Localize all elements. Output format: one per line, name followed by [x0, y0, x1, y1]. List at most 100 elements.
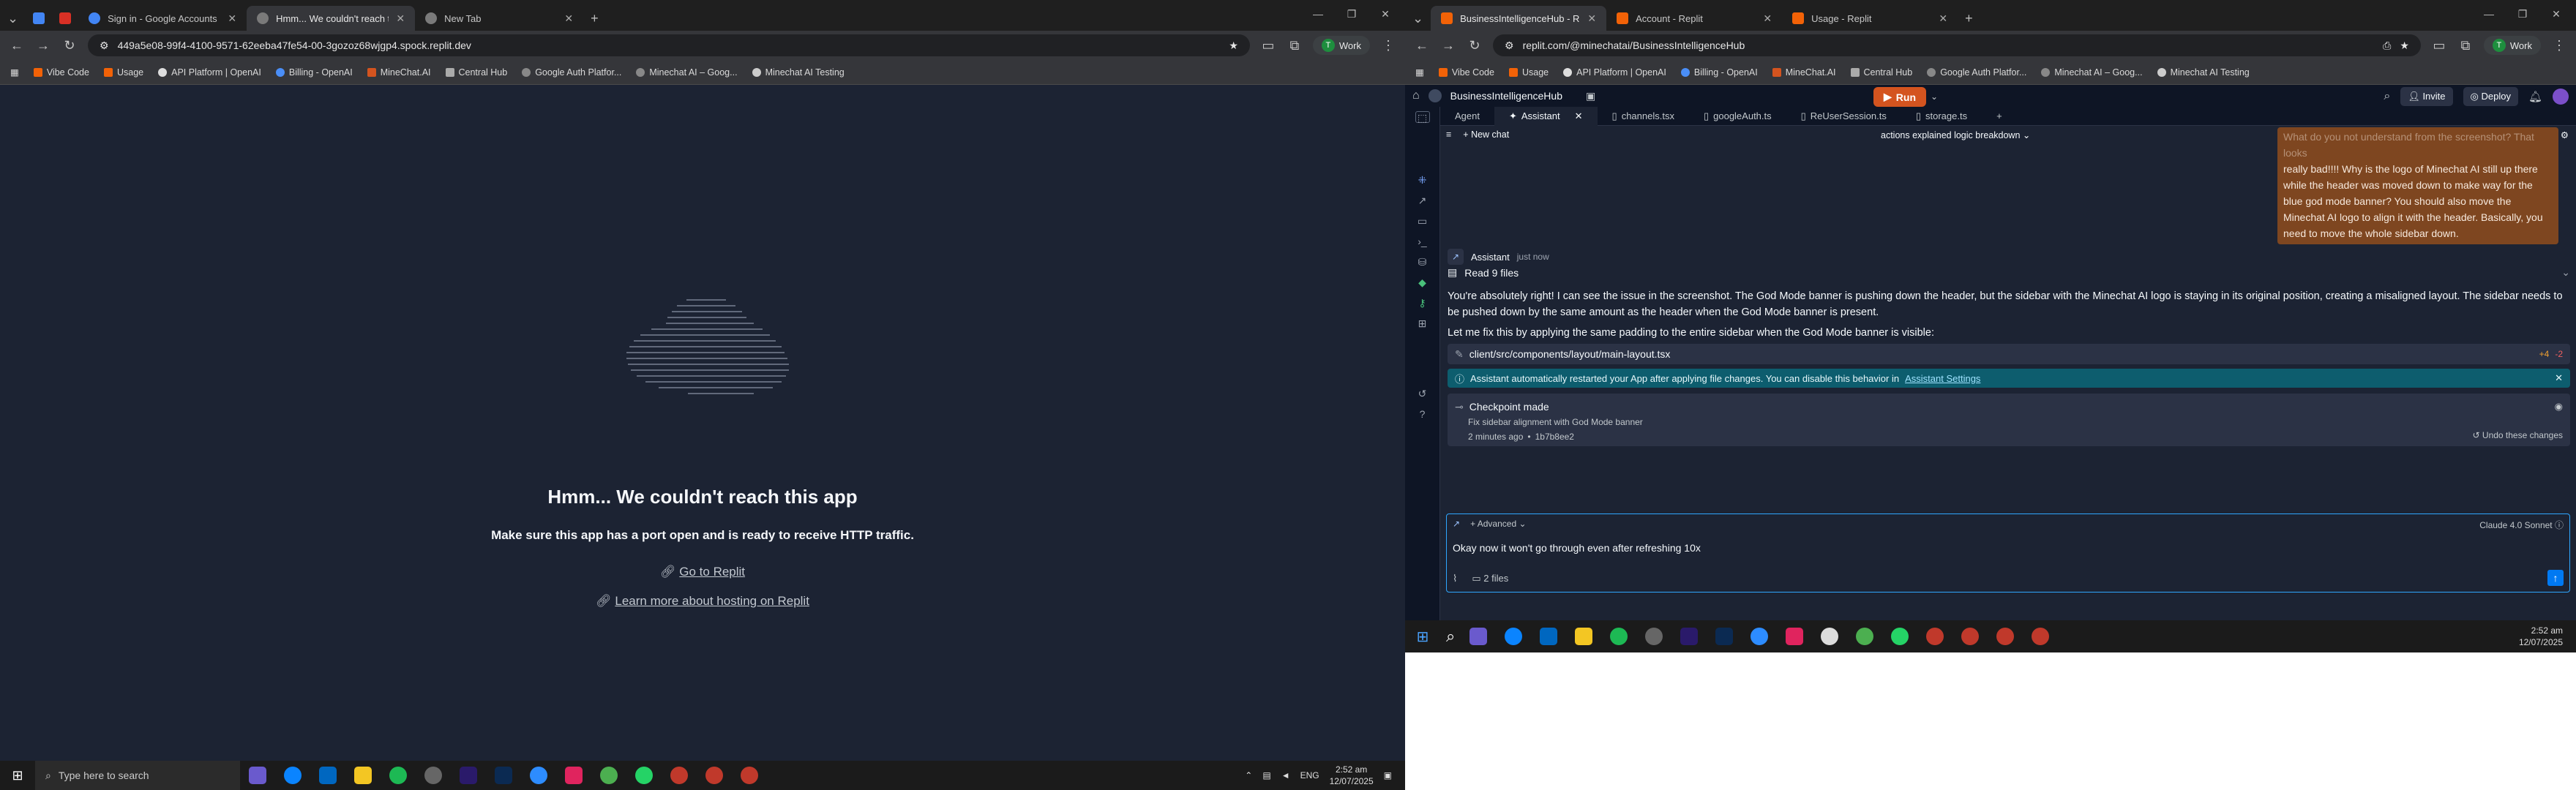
windows-start-icon[interactable]: ⊞ [0, 761, 35, 790]
spotify-icon[interactable] [389, 767, 407, 784]
chrome-icon[interactable] [600, 767, 618, 784]
app-icon[interactable] [1786, 628, 1804, 645]
chrome-profile-icon[interactable] [705, 767, 723, 784]
attach-icon[interactable]: ⌇ [1453, 573, 1457, 584]
close-window-icon[interactable]: ✕ [2539, 0, 2573, 28]
close-icon[interactable]: ✕ [1939, 12, 1947, 25]
tab-channels[interactable]: ▯ channels.tsx [1598, 107, 1689, 126]
tab-search-icon[interactable]: ⌄ [1405, 6, 1431, 31]
agent-icon[interactable]: ↗ [1415, 195, 1430, 206]
chrome-profile-icon[interactable] [741, 767, 758, 784]
checkpoint-eye-icon[interactable]: ◉ [2555, 401, 2563, 413]
network-icon[interactable]: ▤ [1262, 770, 1270, 780]
deploy-button[interactable]: ◎ Deploy [2463, 87, 2518, 106]
forward-icon[interactable]: → [35, 38, 51, 53]
bookmark-minechat[interactable]: MineChat.AI [367, 67, 431, 78]
search-icon[interactable]: ⌕ [2384, 90, 2390, 103]
bookmark-star-icon[interactable]: ★ [2400, 40, 2409, 52]
chrome-profile-icon[interactable] [2032, 628, 2050, 645]
photoshop-icon[interactable] [1715, 628, 1734, 645]
menu-kebab-icon[interactable]: ⋮ [1380, 38, 1396, 53]
chat-input-box[interactable]: ↗ + Advanced ⌄ Claude 4.0 Sonnet ⓘ Okay … [1446, 514, 2570, 592]
folder-icon[interactable] [354, 767, 372, 784]
gmail-favicon-icon[interactable] [52, 6, 78, 31]
folder-icon[interactable] [1575, 628, 1593, 645]
profile-button[interactable]: T Work [1312, 36, 1370, 55]
new-tab-plus-icon[interactable]: + [583, 6, 606, 31]
bookmark-billing[interactable]: Billing - OpenAI [1680, 67, 1758, 78]
tab-search-icon[interactable]: ⌄ [0, 6, 26, 31]
close-icon[interactable]: ✕ [1587, 12, 1596, 25]
layout-icon[interactable]: ▣ [1586, 90, 1595, 102]
chevron-down-icon[interactable]: ⌄ [2561, 266, 2570, 279]
run-options-chevron-icon[interactable]: ⌄ [1929, 87, 1939, 107]
back-icon[interactable]: ← [9, 38, 25, 53]
user-avatar[interactable] [2553, 89, 2569, 105]
bookmark-vibe-code[interactable]: Vibe Code [33, 67, 89, 78]
secrets-icon[interactable]: ⚷ [1415, 297, 1430, 309]
site-info-icon[interactable]: ⚙ [100, 40, 109, 52]
close-icon[interactable]: ✕ [1763, 12, 1772, 25]
new-tab-plus-icon[interactable]: + [1958, 6, 1980, 31]
settings-gear-icon[interactable]: ⚙ [2561, 129, 2569, 140]
bookmark-minechat-google[interactable]: Minechat AI – Goog... [2041, 67, 2143, 78]
invite-button[interactable]: 👤︎ Invite [2400, 87, 2453, 106]
url-field[interactable]: ⚙ replit.com/@minechatai/BusinessIntellig… [1493, 34, 2421, 56]
minimize-icon[interactable]: — [2472, 0, 2506, 28]
app-icon[interactable] [1821, 628, 1839, 645]
install-icon[interactable]: ⎙ [2383, 40, 2391, 52]
preview-icon[interactable]: ▭ [1415, 215, 1430, 227]
language-indicator[interactable]: ENG [1300, 770, 1319, 780]
site-info-icon[interactable]: ⚙ [1505, 40, 1514, 52]
maximize-icon[interactable]: ❐ [2506, 0, 2539, 28]
premiere-icon[interactable] [1680, 628, 1699, 645]
bookmark-minechat-testing[interactable]: Minechat AI Testing [752, 67, 845, 78]
minimize-icon[interactable]: — [1301, 0, 1335, 28]
add-tab-plus-icon[interactable]: + [1982, 107, 2017, 126]
volume-icon[interactable]: ◄ [1281, 770, 1290, 780]
bookmark-google-auth[interactable]: Google Auth Platfor... [1927, 67, 2026, 78]
store-icon[interactable] [1540, 628, 1558, 645]
home-icon[interactable]: ⌂ [1412, 89, 1420, 102]
edge-icon[interactable] [1505, 628, 1523, 645]
tab-google-accounts[interactable]: Sign in - Google Accounts ✕ [78, 6, 247, 31]
back-icon[interactable]: ← [1414, 38, 1430, 53]
notification-icon[interactable]: ▣ [1384, 770, 1392, 780]
console-icon[interactable]: ›_ [1415, 236, 1430, 247]
whatsapp-icon[interactable] [635, 767, 653, 784]
hamburger-icon[interactable]: ≡ [1446, 129, 1451, 140]
toggle-panel-icon[interactable]: ⬚ [1415, 111, 1430, 124]
taskbar-search[interactable]: ⌕ Type here to search [35, 761, 240, 790]
chrome-profile-icon[interactable] [1996, 628, 2015, 645]
edited-file-row[interactable]: ✎ client/src/components/layout/main-layou… [1448, 344, 2570, 364]
search-icon[interactable]: ⌕ [1446, 627, 1455, 646]
tab-new-tab[interactable]: New Tab ✕ [415, 6, 583, 31]
puzzle-icon[interactable]: ⧉ [2457, 38, 2474, 53]
bookmark-vibe-code[interactable]: Vibe Code [1438, 67, 1494, 78]
tab-assistant[interactable]: ✦ Assistant ✕ [1494, 106, 1598, 126]
send-button[interactable]: ↑ [2547, 570, 2564, 586]
chrome-profile-icon[interactable] [1926, 628, 1944, 645]
zoom-icon[interactable] [530, 767, 547, 784]
tab-couldnt-reach[interactable]: Hmm... We couldn't reach this a✕ [247, 6, 416, 31]
tab-reusersession[interactable]: ▯ ReUserSession.ts [1786, 107, 1901, 126]
advanced-toggle[interactable]: + Advanced ⌄ [1470, 519, 1526, 529]
copilot-icon[interactable] [249, 767, 266, 784]
assistant-mode-icon[interactable]: ↗ [1453, 519, 1460, 529]
attached-files[interactable]: ▭ 2 files [1472, 573, 1508, 584]
bookmark-central-hub[interactable]: Central Hub [445, 67, 507, 78]
close-icon[interactable]: ✕ [2555, 372, 2563, 384]
model-selector[interactable]: Claude 4.0 Sonnet ⓘ [2479, 519, 2564, 531]
bookmark-central-hub[interactable]: Central Hub [1850, 67, 1912, 78]
bookmark-usage[interactable]: Usage [1508, 67, 1549, 78]
checkpoint-hash[interactable]: 1b7b8ee2 [1535, 432, 1574, 442]
bookmark-minechat-google[interactable]: Minechat AI – Goog... [636, 67, 738, 78]
reload-icon[interactable]: ↻ [61, 38, 78, 53]
go-to-replit-link[interactable]: Go to Replit [679, 565, 745, 579]
bookmark-google-auth[interactable]: Google Auth Platfor... [522, 67, 621, 78]
new-chat-button[interactable]: + New chat [1463, 129, 1509, 140]
forward-icon[interactable]: → [1440, 38, 1456, 53]
chrome-profile-icon[interactable] [670, 767, 688, 784]
close-icon[interactable]: ✕ [228, 12, 236, 25]
apps-grid-icon[interactable]: ▦ [1415, 67, 1424, 78]
